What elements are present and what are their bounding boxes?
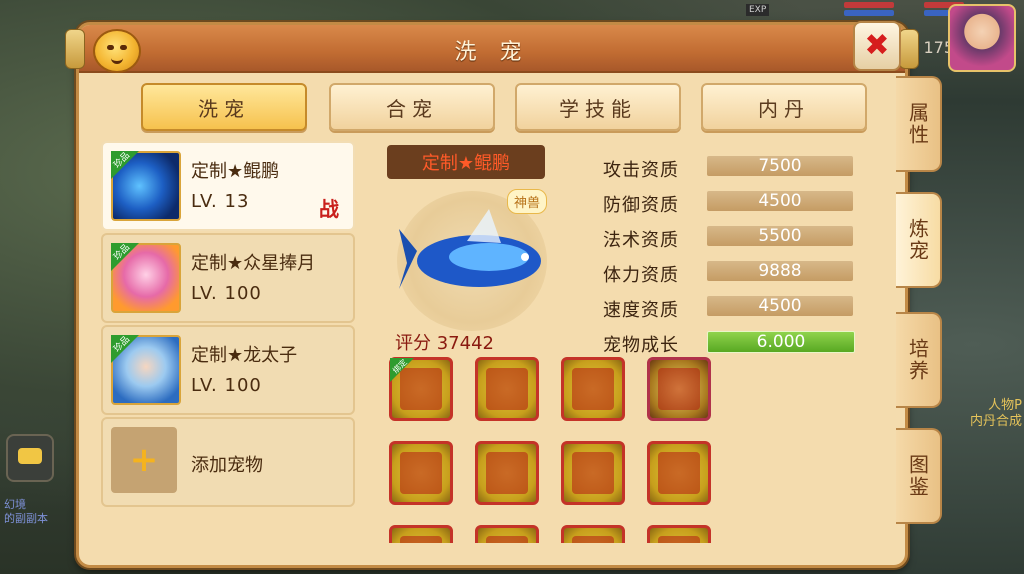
skill-icon-9[interactable]: [389, 525, 453, 543]
stat-label: 速度资质: [603, 300, 679, 321]
stat-value: 6.000: [707, 331, 855, 353]
close-icon: ✖: [864, 28, 890, 63]
skill-symbol: [486, 452, 528, 494]
spear-skill-icon[interactable]: [475, 357, 539, 421]
side-tab-train[interactable]: 培养: [896, 312, 942, 408]
side-hint-line: 内丹合成: [969, 414, 1022, 429]
skill-symbol: [400, 452, 442, 494]
stat-label: 宠物成长: [603, 335, 679, 356]
skill-icon-12[interactable]: [647, 525, 711, 543]
tab-merge[interactable]: 合宠: [329, 83, 495, 131]
stat-label: 防御资质: [603, 195, 679, 216]
pet-wash-dialog: 洗 宠 ✖ 洗宠 合宠 学技能 内丹 珍品 定制★鲲鹏 LV. 13 战 珍品 …: [65, 21, 919, 568]
background-text-line: 幻境: [4, 498, 26, 511]
divine-beast-tag: 神兽: [507, 189, 548, 214]
skill-symbol: [572, 368, 614, 410]
stat-value: 4500: [707, 296, 853, 316]
stat-label: 体力资质: [603, 265, 679, 286]
side-tab-gallery[interactable]: 图鉴: [896, 428, 942, 524]
pet-item-zhongxing[interactable]: 珍品 定制★众星捧月 LV. 100: [101, 233, 355, 323]
pet-name: 定制★众星捧月: [191, 253, 316, 274]
skill-symbol: [486, 536, 528, 543]
pet-name: 定制★龙太子: [191, 345, 298, 366]
skill-symbol: [572, 452, 614, 494]
pet-name: 定制★鲲鹏: [191, 161, 280, 182]
exp-label: EXP: [746, 4, 770, 16]
strike-skill-icon[interactable]: [647, 441, 711, 505]
stat-value: 7500: [707, 156, 853, 176]
stat-value: 9888: [707, 261, 853, 281]
background-text-line: 的副副本: [4, 512, 48, 525]
fire-skill-icon[interactable]: [475, 441, 539, 505]
tab-inner-core[interactable]: 内丹: [701, 83, 867, 131]
tab-learn-skill[interactable]: 学技能: [515, 83, 681, 131]
skill-grid: 绑定: [389, 357, 729, 543]
pet-level: LV. 100: [191, 283, 262, 304]
background-text: 幻境 的副副本: [4, 498, 48, 526]
side-hint: 人物P 内丹合成: [970, 398, 1022, 430]
mp-bar: [844, 10, 894, 16]
skill-symbol: [658, 452, 700, 494]
score-label: 评分: [395, 333, 431, 354]
add-pet-slot: +: [111, 427, 177, 493]
hp-bar: [844, 2, 894, 8]
flag-skill-icon[interactable]: [389, 441, 453, 505]
score-value: 37442: [436, 333, 494, 354]
chat-bubble-icon: [18, 448, 42, 464]
side-hint-line: 人物P: [988, 398, 1022, 413]
beast-skill-icon[interactable]: [561, 357, 625, 421]
chat-button[interactable]: [6, 434, 54, 482]
side-tab-refine[interactable]: 炼宠: [896, 192, 942, 288]
pet-level: LV. 100: [191, 375, 262, 396]
skill-icon-10[interactable]: [475, 525, 539, 543]
pet-item-longtaizi[interactable]: 珍品 定制★龙太子 LV. 100: [101, 325, 355, 415]
stat-label: 法术资质: [603, 230, 679, 251]
skill-symbol: [658, 368, 700, 410]
side-tab-attributes[interactable]: 属性: [896, 76, 942, 172]
stat-value: 5500: [707, 226, 853, 246]
pet-score: 评分 37442: [395, 329, 494, 355]
pet-item-kunpeng[interactable]: 珍品 定制★鲲鹏 LV. 13 战: [101, 141, 355, 231]
stat-label: 攻击资质: [603, 160, 679, 181]
battle-status: 战: [319, 197, 339, 221]
selected-pet-name: 定制★鲲鹏: [387, 145, 545, 179]
stat-value: 4500: [707, 191, 853, 211]
skill-icon-11[interactable]: [561, 525, 625, 543]
skill-symbol: [400, 536, 442, 543]
shield-skill-icon[interactable]: 绑定: [389, 357, 453, 421]
tab-wash[interactable]: 洗宠: [141, 83, 307, 131]
close-button[interactable]: ✖: [853, 21, 901, 71]
title-bar: 洗 宠 ✖: [65, 21, 919, 73]
add-pet-label: 添加宠物: [191, 455, 263, 476]
peach-skill-icon[interactable]: [561, 441, 625, 505]
dialog-title: 洗 宠: [454, 40, 530, 65]
add-pet-button[interactable]: + 添加宠物: [101, 417, 355, 507]
hero-avatar[interactable]: [948, 4, 1016, 72]
pet-level: LV. 13: [191, 191, 250, 212]
skill-symbol: [658, 536, 700, 543]
plus-icon: +: [129, 440, 159, 480]
skill-symbol: [572, 536, 614, 543]
gold-skill-icon[interactable]: [647, 357, 711, 421]
skill-symbol: [486, 368, 528, 410]
